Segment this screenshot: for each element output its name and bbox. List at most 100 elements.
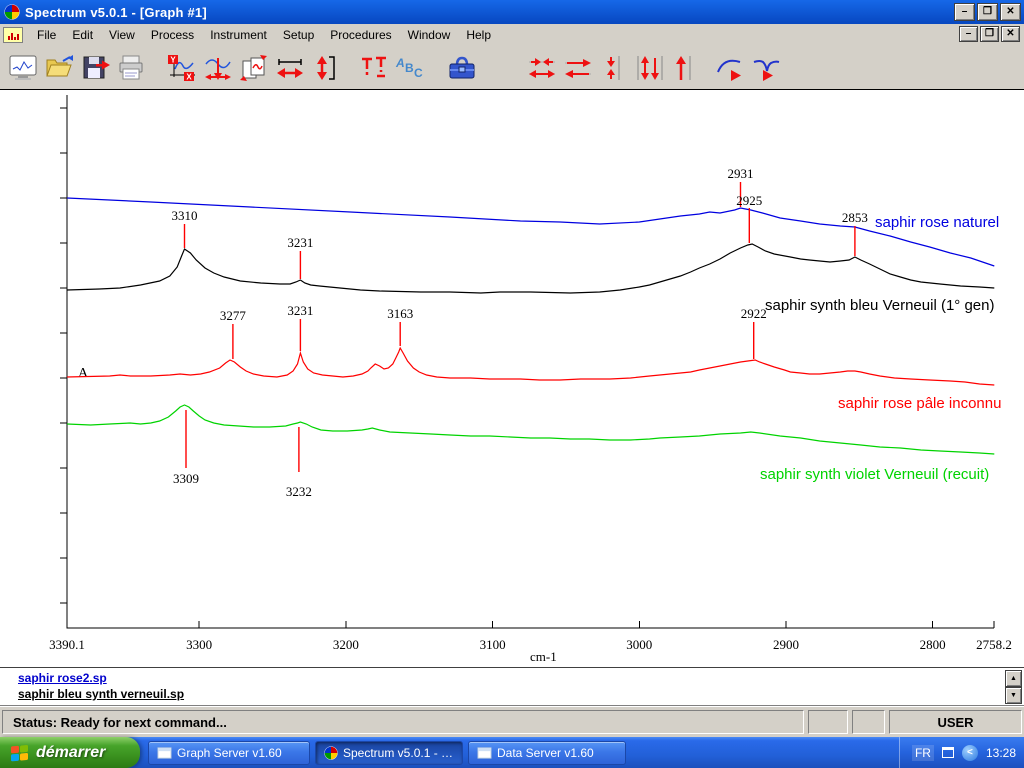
x-tick-label: 2900 — [773, 637, 799, 652]
full-scale-y-icon — [671, 54, 701, 82]
task-button-1[interactable]: Spectrum v5.0.1 - [G... — [315, 741, 463, 765]
expand-v-icon — [635, 54, 665, 82]
menu-file[interactable]: File — [29, 25, 64, 45]
peak-label: 2931 — [728, 166, 754, 181]
svg-text:B: B — [405, 61, 414, 75]
toolbox-button[interactable] — [444, 50, 480, 86]
axis-lines — [67, 95, 994, 628]
menu-help[interactable]: Help — [458, 25, 499, 45]
derivative-curve-button[interactable] — [748, 50, 784, 86]
spectrum-plot-area[interactable]: 3390.13300320031003000290028002758.2cm-1… — [0, 90, 1024, 667]
close-button[interactable]: ✕ — [1000, 3, 1021, 21]
spectrum-trace — [67, 348, 994, 385]
x-tick-label: 3390.1 — [49, 637, 85, 652]
expand-h-button[interactable] — [560, 50, 596, 86]
menu-window[interactable]: Window — [400, 25, 459, 45]
save-button[interactable] — [78, 50, 114, 86]
graph-document-icon[interactable] — [3, 27, 23, 43]
file-link-1[interactable]: saphir bleu synth verneuil.sp — [18, 686, 1024, 702]
menu-setup[interactable]: Setup — [275, 25, 322, 45]
task-button-0[interactable]: Graph Server v1.60 — [148, 741, 310, 765]
expand-x-button[interactable] — [272, 50, 308, 86]
expand-v-button[interactable] — [632, 50, 668, 86]
peak-label: 3231 — [287, 303, 313, 318]
chart-canvas[interactable]: 3390.13300320031003000290028002758.2cm-1… — [0, 90, 1024, 667]
compress-h-button[interactable] — [524, 50, 560, 86]
series-name-label: saphir synth violet Verneuil (recuit) — [760, 466, 989, 483]
compress-h-icon — [527, 54, 557, 82]
peak-labels-icon — [359, 54, 389, 82]
full-scale-y-button[interactable] — [668, 50, 704, 86]
expand-y-icon — [311, 54, 341, 82]
svg-text:X: X — [186, 72, 192, 81]
expand-y-button[interactable] — [308, 50, 344, 86]
spectrum-trace — [67, 405, 994, 454]
print-button[interactable] — [114, 50, 150, 86]
spectrum-app-icon — [324, 746, 338, 760]
file-link-0[interactable]: saphir rose2.sp — [18, 670, 1024, 686]
y-axis-label: A — [78, 366, 89, 381]
open-folder-button[interactable] — [42, 50, 78, 86]
expand-h-icon — [563, 54, 593, 82]
menu-view[interactable]: View — [101, 25, 143, 45]
minimize-button[interactable]: – — [954, 3, 975, 21]
monitor-icon — [9, 54, 39, 82]
arc-curve-button[interactable] — [712, 50, 748, 86]
menu-edit[interactable]: Edit — [64, 25, 101, 45]
derivative-curve-icon — [751, 54, 781, 82]
language-indicator[interactable]: FR — [912, 745, 934, 761]
copy-graph-icon — [239, 54, 269, 82]
start-button[interactable]: démarrer — [0, 737, 140, 768]
app-icon — [4, 4, 20, 20]
peak-label: 3277 — [220, 308, 247, 323]
menu-instrument[interactable]: Instrument — [202, 25, 275, 45]
scroll-up-icon[interactable]: ▲ — [1005, 670, 1022, 687]
text-abc-button[interactable]: ABC — [392, 50, 428, 86]
autoscale-curve-button[interactable] — [200, 50, 236, 86]
status-message: Status: Ready for next command... — [2, 710, 804, 734]
window-title: Spectrum v5.0.1 - [Graph #1] — [25, 5, 207, 20]
save-icon — [81, 54, 111, 82]
system-tray: FR < 13:28 — [899, 737, 1024, 768]
spectrum-file-list: saphir rose2.spsaphir bleu synth verneui… — [0, 667, 1024, 706]
monitor-button[interactable] — [6, 50, 42, 86]
x-tick-label: 3200 — [333, 637, 359, 652]
mdi-minimize-button[interactable]: – — [959, 26, 978, 42]
windows-logo-icon — [10, 743, 30, 762]
x-tick-label: 3000 — [626, 637, 652, 652]
tray-clock: 13:28 — [986, 746, 1016, 760]
series-name-label: saphir rose pâle inconnu — [838, 395, 1001, 412]
svg-text:A: A — [395, 56, 405, 70]
open-folder-icon — [45, 54, 75, 82]
svg-text:C: C — [414, 66, 423, 80]
print-icon — [117, 54, 147, 82]
peak-labels-button[interactable] — [356, 50, 392, 86]
toolbar: YX ABC — [0, 46, 1024, 90]
status-panel-spare-1 — [808, 710, 848, 734]
task-label: Spectrum v5.0.1 - [G... — [343, 746, 454, 760]
compress-v-button[interactable] — [596, 50, 632, 86]
restore-button[interactable]: ❐ — [977, 3, 998, 21]
scroll-down-icon[interactable]: ▼ — [1005, 687, 1022, 704]
arc-curve-icon — [715, 54, 745, 82]
mdi-restore-button[interactable]: ❐ — [980, 26, 999, 42]
file-list-scrollbar[interactable]: ▲ ▼ — [1005, 670, 1022, 704]
language-bar-restore-icon[interactable] — [942, 747, 954, 758]
peak-label: 3231 — [287, 235, 313, 250]
axes-setup-icon: YX — [167, 54, 197, 82]
menu-process[interactable]: Process — [143, 25, 202, 45]
copy-graph-button[interactable] — [236, 50, 272, 86]
axes-setup-button[interactable]: YX — [164, 50, 200, 86]
taskbar: démarrer Graph Server v1.60 Spectrum v5.0… — [0, 737, 1024, 768]
title-bar: Spectrum v5.0.1 - [Graph #1] – ❐ ✕ — [0, 0, 1024, 24]
task-label: Graph Server v1.60 — [177, 746, 282, 760]
status-bar: Status: Ready for next command... USER — [0, 706, 1024, 737]
hide-icons-chevron-icon[interactable]: < — [962, 745, 978, 761]
peak-label: 3310 — [172, 208, 198, 223]
menu-procedures[interactable]: Procedures — [322, 25, 399, 45]
x-tick-label: 2758.2 — [976, 637, 1012, 652]
task-button-2[interactable]: Data Server v1.60 — [468, 741, 626, 765]
mdi-close-button[interactable]: ✕ — [1001, 26, 1020, 42]
x-tick-label: 2800 — [920, 637, 946, 652]
task-label: Data Server v1.60 — [497, 746, 594, 760]
